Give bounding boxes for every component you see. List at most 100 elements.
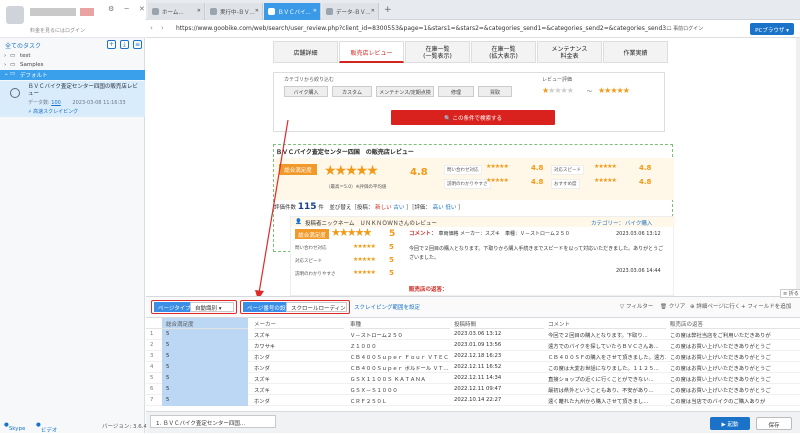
- table-cell-reply[interactable]: この度はお買い上げいただきありがとうご: [670, 351, 800, 362]
- sort-low[interactable]: 低い: [445, 205, 456, 211]
- close-icon[interactable]: ✕: [371, 8, 375, 14]
- table-cell-maker[interactable]: ホンダ: [254, 362, 344, 373]
- back-forward-icon[interactable]: ‹ ›: [150, 24, 167, 32]
- save-button[interactable]: 保存: [756, 417, 792, 430]
- scrape-range-link[interactable]: スクレイピング範囲を設定: [354, 303, 420, 311]
- table-cell-maker[interactable]: カワサキ: [254, 340, 344, 351]
- user-subtitle[interactable]: 料金を見るにはログイン: [30, 27, 85, 34]
- collapse-button[interactable]: ≡ 折る: [780, 289, 800, 298]
- tab-running[interactable]: 実行中-ＢＶ... ✕: [206, 3, 263, 20]
- table-cell-model[interactable]: ＧＳＸ１１００Ｓ ＫＡＴＡＮＡ: [350, 373, 450, 384]
- column-header[interactable]: 総合満足度: [162, 318, 248, 329]
- table-cell-reply[interactable]: この度は当店でのバイクのご購入ありが: [670, 395, 800, 406]
- more-button[interactable]: ≡: [133, 40, 142, 49]
- tab-shop-detail[interactable]: 店舗詳細: [273, 41, 338, 63]
- table-cell-maker[interactable]: ホンダ: [254, 351, 344, 362]
- table-cell-score[interactable]: 5: [162, 373, 248, 384]
- table-cell-time[interactable]: 2022.12.11 16:52: [454, 362, 544, 373]
- table-cell-score[interactable]: 5: [162, 351, 248, 362]
- tab-bvc[interactable]: ＢＶＣバイ... ✕: [264, 3, 321, 20]
- table-cell-time[interactable]: 2023.03.06 13:12: [454, 329, 544, 340]
- tab-work-record[interactable]: 作業実績: [603, 41, 668, 63]
- filter-button[interactable]: ▽ フィルター: [620, 302, 653, 310]
- review-category[interactable]: バイク購入: [625, 219, 652, 227]
- speed-scrape-link[interactable]: ⚡ 高速スクレイピング: [28, 108, 78, 115]
- tab-maintenance[interactable]: メンテナンス 料金表: [537, 41, 602, 63]
- close-icon[interactable]: ✕: [197, 8, 201, 14]
- category-custom[interactable]: カスタム: [332, 86, 372, 97]
- table-cell-reply[interactable]: この度はお買い上げいただきありがとうご: [670, 373, 800, 384]
- new-folder-button[interactable]: +: [107, 40, 116, 49]
- detail-page-button[interactable]: ⊕ 詳細ページに行く: [690, 302, 740, 310]
- column-header[interactable]: メーカー: [254, 318, 344, 329]
- table-cell-maker[interactable]: スズキ: [254, 373, 344, 384]
- table-row[interactable]: 1 5 スズキ Ｖ－ストローム２５０ 2023.03.06 13:12 今回で２回目の購入…: [146, 329, 800, 340]
- clear-button[interactable]: 🗑 クリア: [660, 302, 685, 310]
- add-field-button[interactable]: + フィールドを追加: [741, 302, 791, 310]
- category-maintenance[interactable]: メンテナンス/定期点検: [376, 86, 434, 97]
- video-link[interactable]: ● ビデオ: [36, 422, 57, 434]
- table-cell-model[interactable]: ＧＳＸ－Ｓ１０００: [350, 384, 450, 395]
- close-icon[interactable]: ✕: [313, 8, 317, 14]
- sort-newest[interactable]: 新しい: [375, 205, 392, 211]
- pre-login-button[interactable]: ☐ 事前ログイン: [667, 25, 703, 32]
- skype-link[interactable]: ● Skype: [4, 422, 25, 432]
- url-input[interactable]: https://www.goobike.com/web/search/user_…: [176, 23, 676, 35]
- category-bike-purchase[interactable]: バイク購入: [284, 86, 328, 97]
- table-row[interactable]: 7 5 ホンダ ＣＲＦ２５０Ｌ 2022.10.14 22:27 遠く離れた九州から購入さ…: [146, 395, 800, 406]
- tab-stock-list[interactable]: 在庫一覧 (一覧表示): [405, 41, 470, 63]
- column-header[interactable]: 車種: [350, 318, 450, 329]
- table-cell-score[interactable]: 5: [162, 340, 248, 351]
- table-cell-model[interactable]: Ｚ１０００: [350, 340, 450, 351]
- column-header[interactable]: コメント: [548, 318, 666, 329]
- table-cell-n[interactable]: 7: [146, 395, 162, 406]
- table-cell-maker[interactable]: スズキ: [254, 329, 344, 340]
- task-tab[interactable]: 1. ＢＶＣバイク査定センター四国...: [150, 415, 276, 428]
- table-cell-score[interactable]: 5: [162, 362, 248, 373]
- tab-stock-large[interactable]: 在庫一覧 (拡大表示): [471, 41, 536, 63]
- table-cell-reply[interactable]: この度はお買い上げいただきありがとうご: [670, 384, 800, 395]
- tab-shop-review[interactable]: 販売店レビュー: [339, 41, 404, 63]
- import-button[interactable]: ⤓: [120, 40, 129, 49]
- table-row[interactable]: 4 5 ホンダ ＣＢ４００Ｓｕｐｅｒ ボルドール ＶＴ... 2022.12.11 16…: [146, 362, 800, 373]
- table-cell-time[interactable]: 2022.10.14 22:27: [454, 395, 544, 406]
- table-row[interactable]: 2 5 カワサキ Ｚ１０００ 2023.01.09 13:56 遠方でのバイクを探していた…: [146, 340, 800, 351]
- tree-item-samples[interactable]: › ▭ Samples: [0, 61, 145, 70]
- table-cell-n[interactable]: 1: [146, 329, 162, 340]
- table-cell-comment[interactable]: ＣＢ４００ＳＦの購入をさせて頂きました。遠方...: [548, 351, 666, 362]
- table-cell-comment[interactable]: 直接ショップの近くに行くことができない...: [548, 373, 666, 384]
- table-cell-model[interactable]: Ｖ－ストローム２５０: [350, 329, 450, 340]
- tab-data[interactable]: データ-ＢＶ... ✕: [322, 3, 379, 20]
- table-cell-reply[interactable]: この度はお買い上げいただきありがとうご: [670, 340, 800, 351]
- window-controls-icon[interactable]: ⚙ ─ ✕: [108, 5, 149, 13]
- table-row[interactable]: 6 5 スズキ ＧＳＸ－Ｓ１０００ 2022.12.11 09:47 最初は県外ということ…: [146, 384, 800, 395]
- table-cell-time[interactable]: 2023.01.09 13:56: [454, 340, 544, 351]
- tree-item-default[interactable]: ⌄ ▭ デフォルト: [0, 70, 145, 80]
- task-item[interactable]: ＢＶＣバイク査定センター四国の販売店レビュー データ数: 100 2023-03…: [0, 81, 145, 117]
- tree-item-test[interactable]: › ▭ test: [0, 52, 145, 61]
- table-cell-comment[interactable]: 遠方でのバイクを探していたらＢＶＣさんあ...: [548, 340, 666, 351]
- avatar[interactable]: [6, 6, 24, 24]
- table-cell-model[interactable]: ＣＲＦ２５０Ｌ: [350, 395, 450, 406]
- table-cell-maker[interactable]: ホンダ: [254, 395, 344, 406]
- sort-oldest[interactable]: 古い: [393, 205, 404, 211]
- rating-min-stars[interactable]: ★★★★★: [542, 86, 574, 95]
- table-cell-score[interactable]: 5: [162, 329, 248, 340]
- rating-max-stars[interactable]: ★★★★★: [598, 86, 630, 95]
- table-cell-score[interactable]: 5: [162, 384, 248, 395]
- close-icon[interactable]: ✕: [255, 8, 259, 14]
- table-row[interactable]: 3 5 ホンダ ＣＢ４００Ｓｕｐｅｒ Ｆｏｕｒ ＶＴＥＣ 2022.12.18 16:2…: [146, 351, 800, 362]
- table-cell-comment[interactable]: 遠く離れた九州から購入させて頂きまし...: [548, 395, 666, 406]
- table-cell-comment[interactable]: 最初は県外ということもあり、不安があり...: [548, 384, 666, 395]
- table-cell-n[interactable]: 4: [146, 362, 162, 373]
- column-header[interactable]: 販売店の返答: [670, 318, 800, 329]
- table-cell-n[interactable]: 5: [146, 373, 162, 384]
- search-button[interactable]: 🔍 この条件で検索する: [391, 110, 555, 125]
- pc-browser-button[interactable]: PCブラウザ ▾: [750, 23, 794, 35]
- table-cell-maker[interactable]: スズキ: [254, 384, 344, 395]
- page-type-select[interactable]: 自動識別 ▾: [190, 302, 234, 312]
- page-scrollbar[interactable]: [796, 38, 800, 296]
- table-cell-n[interactable]: 6: [146, 384, 162, 395]
- table-cell-n[interactable]: 3: [146, 351, 162, 362]
- column-header[interactable]: 投稿時間: [454, 318, 544, 329]
